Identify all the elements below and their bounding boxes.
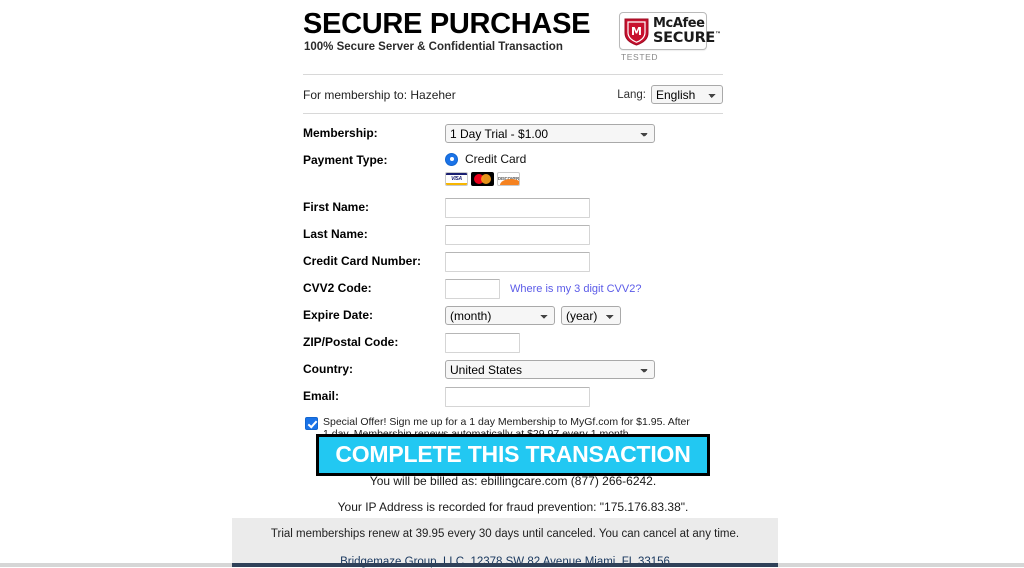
renewal-terms-text: Trial memberships renew at 39.95 every 3… bbox=[270, 528, 740, 540]
mcafee-wordmark: McAfee SECURE™ bbox=[653, 17, 721, 46]
payment-type-label: Payment Type: bbox=[303, 153, 388, 167]
expire-date-label: Expire Date: bbox=[303, 308, 374, 322]
cvv2-label: CVV2 Code: bbox=[303, 281, 372, 295]
membership-label: Membership: bbox=[303, 126, 378, 140]
svg-text:M: M bbox=[631, 25, 642, 38]
language-select[interactable]: English bbox=[651, 85, 723, 104]
last-name-row: Last Name: bbox=[303, 225, 723, 245]
zip-input[interactable] bbox=[445, 333, 520, 353]
mcafee-brand-bottom: SECURE™ bbox=[653, 31, 721, 46]
special-offer-checkbox[interactable] bbox=[305, 417, 318, 430]
mcafee-badge-box: M McAfee SECURE™ bbox=[619, 12, 721, 50]
zip-field bbox=[445, 333, 723, 353]
shield-icon: M bbox=[624, 17, 649, 46]
card-number-field bbox=[445, 252, 723, 272]
card-number-input[interactable] bbox=[445, 252, 590, 272]
language-selector-group: Lang: English bbox=[617, 85, 723, 104]
country-select[interactable]: United States bbox=[445, 360, 655, 379]
last-name-label: Last Name: bbox=[303, 227, 368, 241]
cvv2-field: Where is my 3 digit CVV2? bbox=[445, 279, 723, 299]
mastercard-yellow-circle bbox=[481, 174, 491, 184]
footer-panel: Trial memberships renew at 39.95 every 3… bbox=[232, 518, 778, 568]
discover-card-icon: DISCOVER bbox=[497, 172, 520, 186]
country-row: Country: United States bbox=[303, 360, 723, 380]
payment-type-field: Credit Card VISA DISC bbox=[445, 151, 723, 186]
visa-wordmark: VISA bbox=[451, 176, 462, 182]
mcafee-brand-top: McAfee bbox=[653, 15, 705, 31]
cvv2-help-link[interactable]: Where is my 3 digit CVV2? bbox=[510, 283, 641, 295]
page-title: SECURE PURCHASE bbox=[303, 8, 591, 40]
credit-card-radio-label: Credit Card bbox=[465, 152, 527, 166]
country-label: Country: bbox=[303, 362, 353, 376]
trademark-symbol: ™ bbox=[715, 30, 721, 38]
credit-card-radio-option[interactable]: Credit Card bbox=[445, 151, 723, 167]
expire-date-row: Expire Date: (month) (year) bbox=[303, 306, 723, 326]
purchase-form: Membership: 1 Day Trial - $1.00 Payment … bbox=[303, 124, 723, 440]
account-divider bbox=[303, 113, 723, 114]
complete-transaction-button[interactable]: COMPLETE THIS TRANSACTION bbox=[316, 434, 710, 476]
visa-bottom-bar bbox=[446, 183, 467, 185]
last-name-field bbox=[445, 225, 723, 245]
email-field-wrap bbox=[445, 387, 723, 407]
page-subtitle: 100% Secure Server & Confidential Transa… bbox=[304, 41, 563, 53]
language-label: Lang: bbox=[617, 88, 646, 101]
membership-row: Membership: 1 Day Trial - $1.00 bbox=[303, 124, 723, 144]
cvv2-input[interactable] bbox=[445, 279, 500, 299]
first-name-row: First Name: bbox=[303, 198, 723, 218]
header-divider bbox=[303, 74, 723, 75]
payment-type-row: Payment Type: Credit Card VISA bbox=[303, 151, 723, 186]
mastercard-circles bbox=[474, 174, 491, 184]
discover-arc bbox=[500, 179, 519, 185]
zip-label: ZIP/Postal Code: bbox=[303, 335, 399, 349]
zip-row: ZIP/Postal Code: bbox=[303, 333, 723, 353]
first-name-input[interactable] bbox=[445, 198, 590, 218]
ip-address-notice: Your IP Address is recorded for fraud pr… bbox=[337, 500, 689, 514]
membership-field: 1 Day Trial - $1.00 bbox=[445, 124, 723, 143]
visa-top-bar bbox=[446, 173, 467, 175]
first-name-label: First Name: bbox=[303, 200, 370, 214]
header-area: SECURE PURCHASE 100% Secure Server & Con… bbox=[303, 0, 723, 68]
email-label: Email: bbox=[303, 389, 340, 403]
membership-owner-text: For membership to: Hazeher bbox=[303, 88, 456, 102]
purchase-page: SECURE PURCHASE 100% Secure Server & Con… bbox=[0, 0, 1024, 568]
page-header: SECURE PURCHASE 100% Secure Server & Con… bbox=[303, 0, 723, 68]
membership-select[interactable]: 1 Day Trial - $1.00 bbox=[445, 124, 655, 143]
last-name-input[interactable] bbox=[445, 225, 590, 245]
email-input[interactable] bbox=[445, 387, 590, 407]
account-row: For membership to: Hazeher Lang: English bbox=[303, 85, 723, 107]
card-number-row: Credit Card Number: bbox=[303, 252, 723, 272]
mastercard-card-icon bbox=[471, 172, 494, 186]
credit-card-radio[interactable] bbox=[445, 152, 458, 166]
expire-date-field: (month) (year) bbox=[445, 306, 723, 325]
mcafee-secure-text: SECURE bbox=[653, 29, 716, 46]
first-name-field bbox=[445, 198, 723, 218]
expire-month-select[interactable]: (month) bbox=[445, 306, 555, 325]
mcafee-secure-badge[interactable]: M McAfee SECURE™ TESTED bbox=[619, 12, 721, 62]
email-row: Email: bbox=[303, 387, 723, 407]
accepted-cards: VISA DISCOVER bbox=[445, 172, 723, 186]
submit-area: COMPLETE THIS TRANSACTION bbox=[303, 434, 723, 476]
card-number-label: Credit Card Number: bbox=[303, 254, 422, 268]
cvv2-row: CVV2 Code: Where is my 3 digit CVV2? bbox=[303, 279, 723, 299]
badge-status-label: TESTED bbox=[621, 52, 659, 62]
country-field: United States bbox=[445, 360, 723, 379]
bottom-strip-accent bbox=[232, 563, 778, 567]
visa-card-icon: VISA bbox=[445, 172, 468, 186]
billing-descriptor-text: You will be billed as: ebillingcare.com … bbox=[369, 474, 657, 488]
expire-year-select[interactable]: (year) bbox=[561, 306, 621, 325]
